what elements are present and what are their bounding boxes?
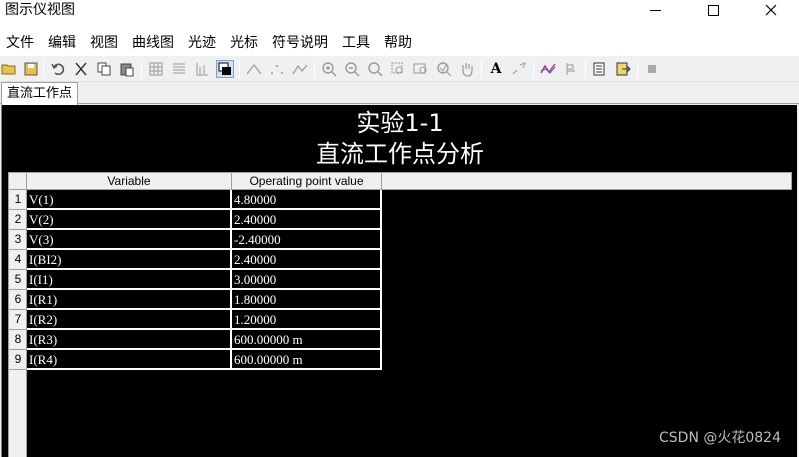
column-header-value[interactable]: Operating point value [232, 172, 382, 190]
zoom-in-icon[interactable] [320, 60, 338, 78]
value-cell[interactable]: 3.00000 [232, 270, 382, 290]
value-cell[interactable]: 1.80000 [232, 290, 382, 310]
toolbar-separator [533, 60, 534, 78]
tab-strip: 直流工作点 [0, 82, 799, 105]
trace-icon[interactable] [539, 60, 557, 78]
toolbar-separator [314, 60, 315, 78]
toolbar-separator [141, 60, 142, 78]
print-window-icon[interactable] [216, 60, 234, 78]
menu-help[interactable]: 帮助 [377, 30, 419, 56]
menu-edit[interactable]: 编辑 [41, 30, 83, 56]
copy-icon[interactable] [95, 60, 113, 78]
watermark: CSDN @火花0824 [659, 430, 781, 446]
row-header[interactable]: 3 [9, 230, 27, 250]
window-title: 图示仪视图 [5, 2, 75, 18]
row-header[interactable]: 2 [9, 210, 27, 230]
analysis-view: 实验1-1 直流工作点分析 Variable Operating point v… [1, 105, 797, 457]
value-cell[interactable]: -2.40000 [232, 230, 382, 250]
save-icon[interactable] [22, 60, 40, 78]
minimize-icon [649, 9, 661, 11]
close-icon [765, 4, 777, 16]
undo-icon[interactable] [49, 60, 67, 78]
zoom-out-icon[interactable] [343, 60, 361, 78]
value-cell[interactable]: 2.40000 [232, 250, 382, 270]
list-icon[interactable] [170, 60, 188, 78]
row-headers: 1 2 3 4 5 6 7 8 9 [8, 190, 27, 457]
paste-icon[interactable] [118, 60, 136, 78]
menu-view[interactable]: 视图 [83, 30, 125, 56]
variable-cell[interactable]: I(R3) [27, 330, 232, 350]
text-icon[interactable]: A [487, 60, 505, 78]
variable-cell[interactable]: V(1) [27, 190, 232, 210]
menu-legend[interactable]: 符号说明 [265, 30, 335, 56]
analysis-title: 实验1-1 [356, 109, 444, 137]
row-header[interactable]: 4 [9, 250, 27, 270]
analysis-subtitle: 直流工作点分析 [316, 140, 484, 168]
column-header-variable[interactable]: Variable [27, 172, 232, 190]
value-cell[interactable]: 600.00000 m [232, 350, 382, 370]
export-icon[interactable] [591, 60, 609, 78]
variable-cell[interactable]: V(2) [27, 210, 232, 230]
menu-bar: 文件 编辑 视图 曲线图 光迹 光标 符号说明 工具 帮助 [0, 30, 799, 56]
row-header[interactable]: 7 [9, 310, 27, 330]
curve-peak-icon[interactable] [245, 60, 263, 78]
open-folder-icon[interactable] [0, 60, 18, 78]
maximize-icon [707, 4, 719, 16]
curve-dots-icon[interactable] [268, 60, 286, 78]
minimize-button[interactable] [632, 0, 678, 20]
toolbar-separator [43, 60, 44, 78]
results-grid: Variable Operating point value 1 2 3 4 5… [8, 172, 792, 457]
close-button[interactable] [748, 0, 794, 20]
grapher-window: 图示仪视图 文件 编辑 视图 曲线图 光迹 光标 符号说明 工具 帮助 A 直流… [0, 0, 799, 457]
toolbar: A [0, 56, 799, 82]
toolbar-separator [585, 60, 586, 78]
toolbar-separator [481, 60, 482, 78]
menu-tools[interactable]: 工具 [335, 30, 377, 56]
pan-hand-icon[interactable] [458, 60, 476, 78]
import-icon[interactable] [614, 60, 632, 78]
menu-graph[interactable]: 曲线图 [125, 30, 181, 56]
zoom-fit-icon[interactable] [366, 60, 384, 78]
value-cell[interactable]: 4.80000 [232, 190, 382, 210]
variable-cell[interactable]: I(BI2) [27, 250, 232, 270]
cut-icon[interactable] [72, 60, 90, 78]
variable-cell[interactable]: I(I1) [27, 270, 232, 290]
value-cell[interactable]: 600.00000 m [232, 330, 382, 350]
menu-trace[interactable]: 光迹 [181, 30, 223, 56]
row-header[interactable]: 9 [9, 350, 27, 370]
menu-file[interactable]: 文件 [0, 30, 41, 56]
variable-cell[interactable]: V(3) [27, 230, 232, 250]
tab-dc-operating-point[interactable]: 直流工作点 [1, 82, 79, 105]
zoom-area-icon[interactable] [389, 60, 407, 78]
row-header[interactable]: 8 [9, 330, 27, 350]
grid-corner[interactable] [8, 172, 27, 190]
column-header-empty [382, 172, 792, 190]
row-header[interactable]: 6 [9, 290, 27, 310]
variable-cell[interactable]: I(R2) [27, 310, 232, 330]
value-cell[interactable]: 1.20000 [232, 310, 382, 330]
zoom-window-icon[interactable] [412, 60, 430, 78]
toolbar-separator [239, 60, 240, 78]
axis-icon[interactable] [193, 60, 211, 78]
value-cell[interactable]: 2.40000 [232, 210, 382, 230]
row-header[interactable]: 1 [9, 190, 27, 210]
variable-cell[interactable]: I(R4) [27, 350, 232, 370]
grid-icon[interactable] [147, 60, 165, 78]
toolbar-separator [637, 60, 638, 78]
row-header[interactable]: 5 [9, 270, 27, 290]
marker-icon[interactable] [510, 60, 528, 78]
title-bar: 图示仪视图 [0, 0, 799, 30]
maximize-button[interactable] [690, 0, 736, 20]
cursor-icon[interactable] [562, 60, 580, 78]
stop-icon[interactable] [643, 60, 661, 78]
curve-valley-icon[interactable] [291, 60, 309, 78]
menu-cursor[interactable]: 光标 [223, 30, 265, 56]
zoom-custom-icon[interactable] [435, 60, 453, 78]
variable-cell[interactable]: I(R1) [27, 290, 232, 310]
